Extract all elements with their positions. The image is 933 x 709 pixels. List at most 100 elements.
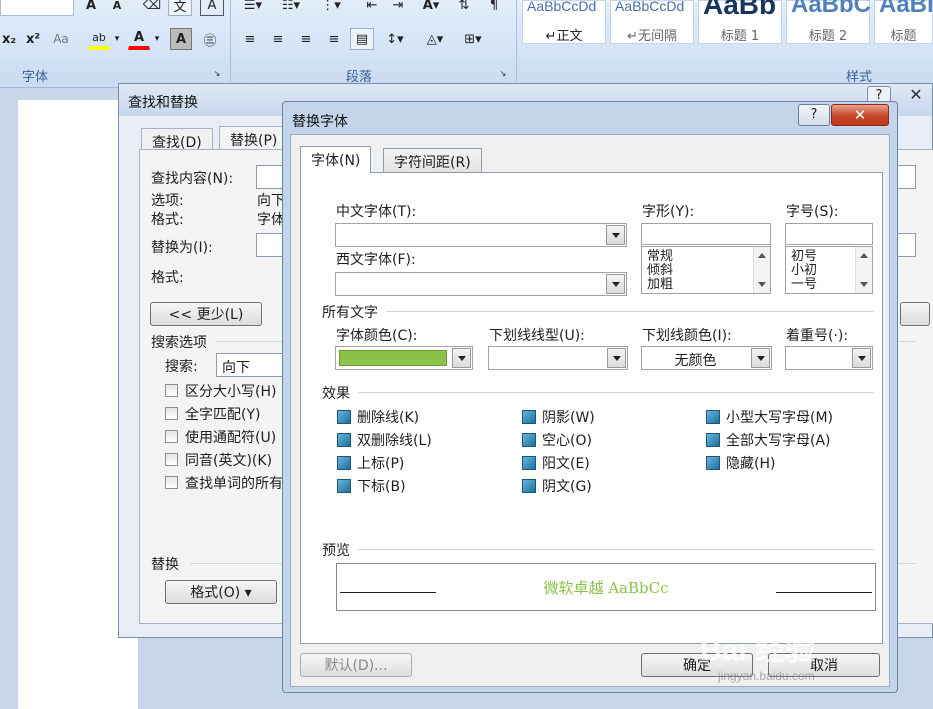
align-center-button[interactable]: ≡: [266, 28, 290, 50]
underline-color-combo[interactable]: 无颜色: [641, 346, 772, 370]
small-caps-checkbox[interactable]: [706, 410, 720, 424]
align-right-button[interactable]: ≡: [294, 28, 318, 50]
format-menu-button[interactable]: 格式(O) ▾: [165, 580, 277, 604]
font-color-dropdown-icon[interactable]: ▾: [152, 28, 162, 50]
chevron-down-icon[interactable]: [607, 348, 626, 368]
borders-button[interactable]: ⊞▾: [456, 28, 490, 50]
emphasis-mark-combo[interactable]: [785, 346, 873, 370]
whole-word-checkbox[interactable]: [165, 407, 178, 420]
style-tile-no-spacing[interactable]: AaBbCcDd ↵无间隔: [610, 0, 694, 44]
distributed-button[interactable]: ▤: [350, 28, 374, 50]
double-strikethrough-checkbox[interactable]: [337, 433, 351, 447]
font-size-box[interactable]: [0, 0, 74, 16]
font-color-button[interactable]: A: [128, 28, 150, 50]
strikethrough-checkbox[interactable]: [337, 410, 351, 424]
style-name: ↵正文: [545, 29, 583, 44]
font-dialog-launcher-icon[interactable]: ↘: [212, 68, 222, 78]
justify-button[interactable]: ≡: [322, 28, 346, 50]
decrease-indent-button[interactable]: ⇤: [360, 0, 384, 16]
subscript-checkbox[interactable]: [337, 479, 351, 493]
font-color-combo[interactable]: [335, 346, 473, 370]
chevron-down-icon[interactable]: [606, 274, 625, 294]
list-item[interactable]: 加粗: [647, 278, 673, 292]
line-spacing-button[interactable]: ↕▾: [378, 28, 412, 50]
scroll-up-icon[interactable]: [860, 253, 868, 258]
shrink-font-button[interactable]: A: [106, 0, 128, 16]
match-case-checkbox[interactable]: [165, 384, 178, 397]
tab-replace[interactable]: 替换(P): [219, 126, 289, 151]
numbering-button[interactable]: ☷▾: [276, 0, 306, 16]
phonetic-button[interactable]: 文: [168, 0, 192, 16]
shading-button[interactable]: ◬▾: [418, 28, 452, 50]
sounds-like-checkbox[interactable]: [165, 453, 178, 466]
less-button[interactable]: << 更少(L): [150, 302, 262, 326]
list-item[interactable]: 一号: [791, 278, 817, 292]
highlight-dropdown-icon[interactable]: ▾: [112, 28, 122, 50]
all-word-forms-label: 查找单词的所有: [185, 476, 283, 492]
chinese-layout-button[interactable]: A▾: [414, 0, 448, 16]
list-item[interactable]: 倾斜: [647, 264, 673, 278]
clear-format-button[interactable]: ⌫: [140, 0, 164, 16]
default-button[interactable]: 默认(D)...: [300, 653, 412, 677]
grow-font-button[interactable]: A: [80, 0, 102, 16]
list-item[interactable]: 初号: [791, 250, 817, 264]
font-style-list[interactable]: 常规 倾斜 加粗: [641, 246, 771, 294]
style-tile-normal[interactable]: AaBbCcDd ↵正文: [522, 0, 606, 44]
engrave-checkbox[interactable]: [522, 479, 536, 493]
find-replace-close-button[interactable]: ✕: [896, 86, 933, 106]
subscript-button[interactable]: x₂: [0, 28, 18, 50]
replace-font-help-button[interactable]: ?: [798, 104, 830, 126]
scroll-down-icon[interactable]: [758, 282, 766, 287]
font-size-input[interactable]: [785, 223, 873, 245]
emboss-checkbox[interactable]: [522, 456, 536, 470]
all-word-forms-checkbox[interactable]: [165, 476, 178, 489]
char-border-button[interactable]: A: [200, 0, 224, 16]
style-tile-title[interactable]: AaBl 标题: [874, 0, 933, 44]
outline-checkbox[interactable]: [522, 433, 536, 447]
style-tile-heading-1[interactable]: AaBb 标题 1: [698, 0, 782, 44]
chevron-down-icon[interactable]: [852, 348, 871, 368]
bullets-button[interactable]: ☰▾: [238, 0, 268, 16]
underline-style-combo[interactable]: [488, 346, 628, 370]
western-font-combo[interactable]: [335, 272, 627, 296]
tab-find[interactable]: 查找(D): [141, 128, 213, 151]
tab-character-spacing[interactable]: 字符间距(R): [383, 148, 482, 172]
show-marks-button[interactable]: ¶: [482, 0, 506, 16]
emboss-label: 阳文(E): [542, 456, 590, 472]
scrollbar[interactable]: [753, 247, 770, 293]
chevron-down-icon[interactable]: [452, 348, 471, 368]
strikethrough-label: 删除线(K): [357, 410, 420, 426]
change-case-button[interactable]: Aa: [50, 28, 72, 50]
shadow-checkbox[interactable]: [522, 410, 536, 424]
sort-button[interactable]: ⇅: [452, 0, 476, 16]
wildcards-checkbox[interactable]: [165, 430, 178, 443]
align-left-button[interactable]: ≡: [238, 28, 262, 50]
style-tile-heading-2[interactable]: AaBbC 标题 2: [786, 0, 871, 44]
all-caps-checkbox[interactable]: [706, 433, 720, 447]
enclose-char-button[interactable]: ㊂: [198, 28, 222, 50]
multilevel-list-button[interactable]: ⋮▾: [316, 0, 346, 16]
list-item[interactable]: 常规: [647, 250, 673, 264]
superscript-checkbox[interactable]: [337, 456, 351, 470]
list-item[interactable]: 小初: [791, 264, 817, 278]
char-shading-button[interactable]: A: [170, 28, 192, 50]
scroll-up-icon[interactable]: [758, 253, 766, 258]
superscript-button[interactable]: x²: [22, 28, 44, 50]
chevron-down-icon[interactable]: [606, 225, 625, 245]
scrollbar[interactable]: [855, 247, 872, 293]
font-color-label: 字体颜色(C):: [336, 328, 418, 344]
increase-indent-button[interactable]: ⇥: [386, 0, 410, 16]
font-style-input[interactable]: [641, 223, 771, 245]
watermark-url: jingyan.baidu.com: [718, 669, 815, 683]
chinese-font-combo[interactable]: [335, 223, 627, 247]
preview-text: 微软卓越 AaBbCc: [543, 579, 669, 597]
find-next-button[interactable]: [900, 302, 930, 326]
chevron-down-icon[interactable]: [751, 348, 770, 368]
scroll-down-icon[interactable]: [860, 282, 868, 287]
tab-font[interactable]: 字体(N): [300, 146, 372, 173]
hidden-checkbox[interactable]: [706, 456, 720, 470]
replace-font-close-button[interactable]: ✕: [831, 104, 889, 126]
font-size-list[interactable]: 初号 小初 一号: [785, 246, 873, 294]
paragraph-dialog-launcher-icon[interactable]: ↘: [498, 68, 508, 78]
highlight-button[interactable]: ab: [88, 28, 110, 50]
